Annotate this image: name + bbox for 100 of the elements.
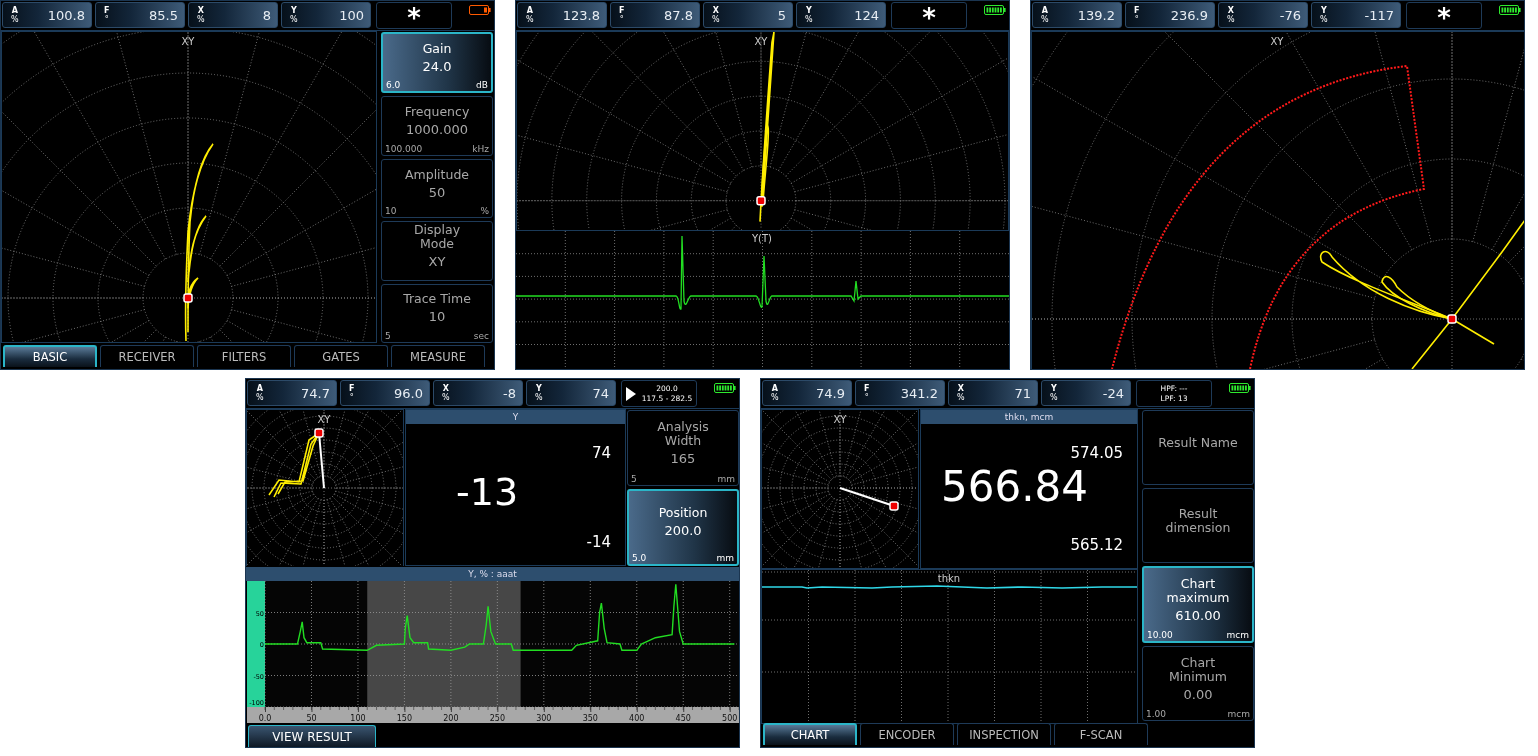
- readout-value: -76: [1279, 7, 1301, 23]
- menu-tab[interactable]: F-SCAN: [1054, 723, 1148, 745]
- readout-label: X: [197, 6, 204, 15]
- parameter-value: 610.00: [1175, 607, 1221, 623]
- tick-label: 500: [722, 714, 738, 723]
- parameter-button[interactable]: Amplitude 50 10 %: [381, 158, 493, 219]
- menu-tab[interactable]: RECEIVER: [100, 345, 194, 367]
- plot-title: XY: [754, 36, 768, 48]
- parameter-value: 0.00: [1183, 686, 1213, 702]
- cursor-marker: [1447, 314, 1457, 324]
- readout-label: A: [256, 384, 263, 393]
- tick-label: 300: [536, 714, 552, 723]
- plot-title: XY: [181, 36, 195, 47]
- readout-unit: %: [771, 393, 779, 402]
- menu-tab[interactable]: GATES: [294, 345, 388, 367]
- readout-label: A: [1041, 6, 1048, 15]
- readout-label: X: [712, 6, 719, 15]
- tick-label: 450: [675, 714, 691, 723]
- cursor-marker: [183, 293, 193, 303]
- parameter-button[interactable]: Trace Time 10 5 sec: [381, 283, 493, 344]
- readout-label: Y: [290, 6, 297, 15]
- readout-label: F: [619, 6, 625, 15]
- plot-title: XY: [317, 414, 331, 425]
- parameter-button[interactable]: Result Name: [1142, 410, 1254, 485]
- parameter-minimum: 5: [631, 473, 637, 484]
- readout-value: 139.2: [1077, 7, 1115, 23]
- parameter-minimum: 10.00: [1147, 630, 1173, 640]
- readout-value: 236.9: [1170, 7, 1208, 23]
- readout-label: Y: [1320, 6, 1327, 15]
- parameter-name: Trace Time: [403, 292, 471, 307]
- readout-value: 85.5: [149, 7, 178, 23]
- readout-label: F: [1134, 6, 1140, 15]
- parameter-name: Result Name: [1158, 435, 1238, 450]
- parameter-unit: dB: [476, 80, 488, 91]
- measurement-value: 566.84: [941, 462, 1088, 511]
- readout-unit: %: [957, 393, 965, 402]
- readout-value: 123.8: [562, 7, 600, 23]
- parameter-name: Gain: [422, 41, 452, 56]
- readout-unit: %: [442, 393, 450, 402]
- parameter-value: 200.0: [664, 523, 702, 539]
- readout-value: 74.9: [816, 385, 845, 401]
- parameter-button[interactable]: Frequency 1000.000 100.000 kHz: [381, 96, 493, 156]
- readout-unit: %: [1320, 15, 1328, 24]
- parameter-button[interactable]: Chart maximum 610.00 10.00 mcm: [1142, 566, 1254, 643]
- parameter-unit: sec: [473, 331, 489, 342]
- readout-unit: °: [1134, 15, 1139, 24]
- readout-unit: °: [619, 15, 624, 24]
- readout-unit: °: [104, 15, 109, 24]
- readout-label: Y: [805, 6, 812, 15]
- parameter-button[interactable]: Chart Minimum 0.00 1.00 mcm: [1142, 646, 1254, 721]
- menu-tab[interactable]: INSPECTION: [957, 723, 1051, 745]
- readout-unit: %: [1227, 15, 1235, 24]
- readout-label: F: [864, 384, 870, 393]
- view-result-button[interactable]: VIEW RESULT: [248, 725, 376, 747]
- parameter-unit: %: [480, 206, 489, 217]
- status-symbol: *: [407, 4, 421, 27]
- readout-value: 74: [592, 385, 609, 401]
- parameter-name: Amplitude: [404, 167, 470, 182]
- tick-label: 50: [306, 714, 317, 723]
- tick-label: 400: [629, 714, 645, 723]
- parameter-unit: mm: [717, 473, 735, 484]
- parameter-minimum: 6.0: [386, 80, 401, 91]
- tick-label: 250: [489, 714, 505, 723]
- parameter-button[interactable]: Gain 24.0 6.0 dB: [381, 32, 493, 94]
- cursor-marker: [889, 501, 899, 511]
- menu-tab[interactable]: FILTERS: [197, 345, 291, 367]
- parameter-name: Chart maximum: [1165, 576, 1231, 605]
- parameter-name: Result dimension: [1164, 506, 1232, 535]
- readout-value: 341.2: [900, 385, 938, 401]
- readout-value: 87.8: [664, 7, 693, 23]
- readout-value: -8: [503, 385, 516, 401]
- chart-title: thkn: [937, 573, 961, 584]
- readout-unit: %: [526, 15, 534, 24]
- readout-label: Y: [535, 384, 542, 393]
- parameter-button[interactable]: Analysis Width 165 5 mm: [627, 410, 739, 486]
- parameter-minimum: 5.0: [632, 553, 647, 563]
- menu-tab[interactable]: MEASURE: [391, 345, 485, 367]
- parameter-minimum: 100.000: [385, 143, 423, 154]
- readout-value: 5: [777, 7, 786, 23]
- parameter-value: 50: [428, 184, 446, 200]
- maximum-value: 74: [591, 444, 611, 462]
- parameter-button[interactable]: Display Mode XY: [381, 221, 493, 281]
- readout-value: 96.0: [394, 385, 423, 401]
- measurement-title: Y: [406, 410, 625, 424]
- menu-tab[interactable]: ENCODER: [860, 723, 954, 745]
- plot-title: XY: [833, 414, 847, 425]
- status-symbol: *: [922, 4, 936, 27]
- readout-unit: °: [864, 393, 869, 402]
- readout-unit: %: [11, 15, 19, 24]
- parameter-name: Position: [658, 506, 708, 521]
- readout-unit: %: [197, 15, 205, 24]
- readout-label: Y: [1050, 384, 1057, 393]
- parameter-button[interactable]: Position 200.0 5.0 mm: [627, 488, 739, 566]
- readout-unit: %: [290, 15, 298, 24]
- menu-tab[interactable]: BASIC: [3, 345, 97, 367]
- menu-tab[interactable]: CHART: [763, 723, 857, 745]
- readout-value: 100.8: [47, 7, 85, 23]
- parameter-button[interactable]: Result dimension: [1142, 488, 1254, 563]
- parameter-unit: kHz: [472, 143, 489, 154]
- chart-title: Y, % : aaat: [246, 567, 739, 581]
